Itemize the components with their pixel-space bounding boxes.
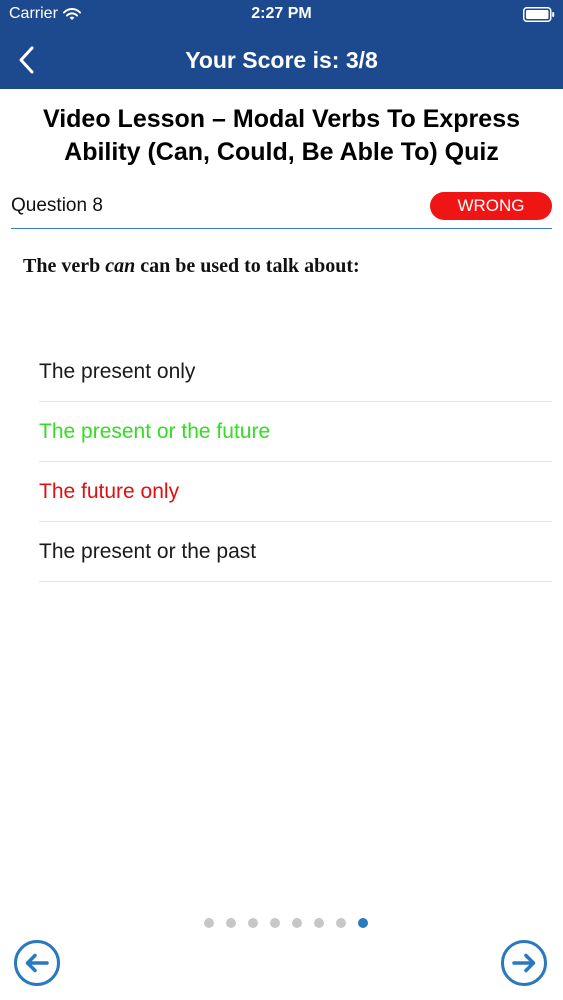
- answer-option[interactable]: The future only: [39, 462, 552, 522]
- answer-list: The present only The present or the futu…: [39, 342, 552, 582]
- arrow-right-circle-icon: [501, 940, 547, 986]
- header: Carrier 2:27 PM Your Score is: 3/8: [0, 0, 563, 89]
- status-time: 2:27 PM: [251, 5, 312, 22]
- previous-question-button[interactable]: [13, 939, 61, 987]
- answer-label: The present or the past: [39, 539, 257, 563]
- answer-label: The present or the future: [39, 419, 271, 443]
- page-dot[interactable]: [335, 918, 346, 928]
- page-dot[interactable]: [203, 918, 214, 928]
- page-dot[interactable]: [269, 918, 280, 928]
- next-question-button[interactable]: [500, 939, 548, 987]
- question-text-before: The verb: [23, 255, 106, 277]
- page-dot[interactable]: [313, 918, 324, 928]
- page-dot[interactable]: [357, 918, 368, 928]
- answer-label: The present only: [39, 359, 196, 383]
- divider: [11, 228, 552, 229]
- question-text: The verb can can be used to talk about:: [23, 255, 543, 278]
- arrow-left-circle-icon: [14, 940, 60, 986]
- quiz-result-screen: Carrier 2:27 PM Your Score is: 3/8 Video…: [0, 0, 563, 1000]
- page-dot[interactable]: [291, 918, 302, 928]
- answer-label: The future only: [39, 479, 180, 503]
- battery-icon: [523, 7, 555, 22]
- answer-option[interactable]: The present or the past: [39, 522, 552, 582]
- page-dot[interactable]: [225, 918, 236, 928]
- answer-option[interactable]: The present or the future: [39, 402, 552, 462]
- score-title: Your Score is: 3/8: [185, 47, 378, 73]
- answer-option[interactable]: The present only: [39, 342, 552, 402]
- page-dot[interactable]: [247, 918, 258, 928]
- status-bar: Carrier 2:27 PM: [0, 0, 563, 30]
- page-indicator: [0, 918, 563, 928]
- nav-bar: Your Score is: 3/8: [0, 30, 563, 89]
- question-text-emphasis: can: [105, 255, 136, 277]
- result-badge: WRONG: [430, 192, 552, 220]
- quiz-title: Video Lesson – Modal Verbs To Express Ab…: [42, 105, 520, 166]
- question-text-after: can be used to talk about:: [135, 255, 360, 277]
- question-number: Question 8: [11, 195, 103, 216]
